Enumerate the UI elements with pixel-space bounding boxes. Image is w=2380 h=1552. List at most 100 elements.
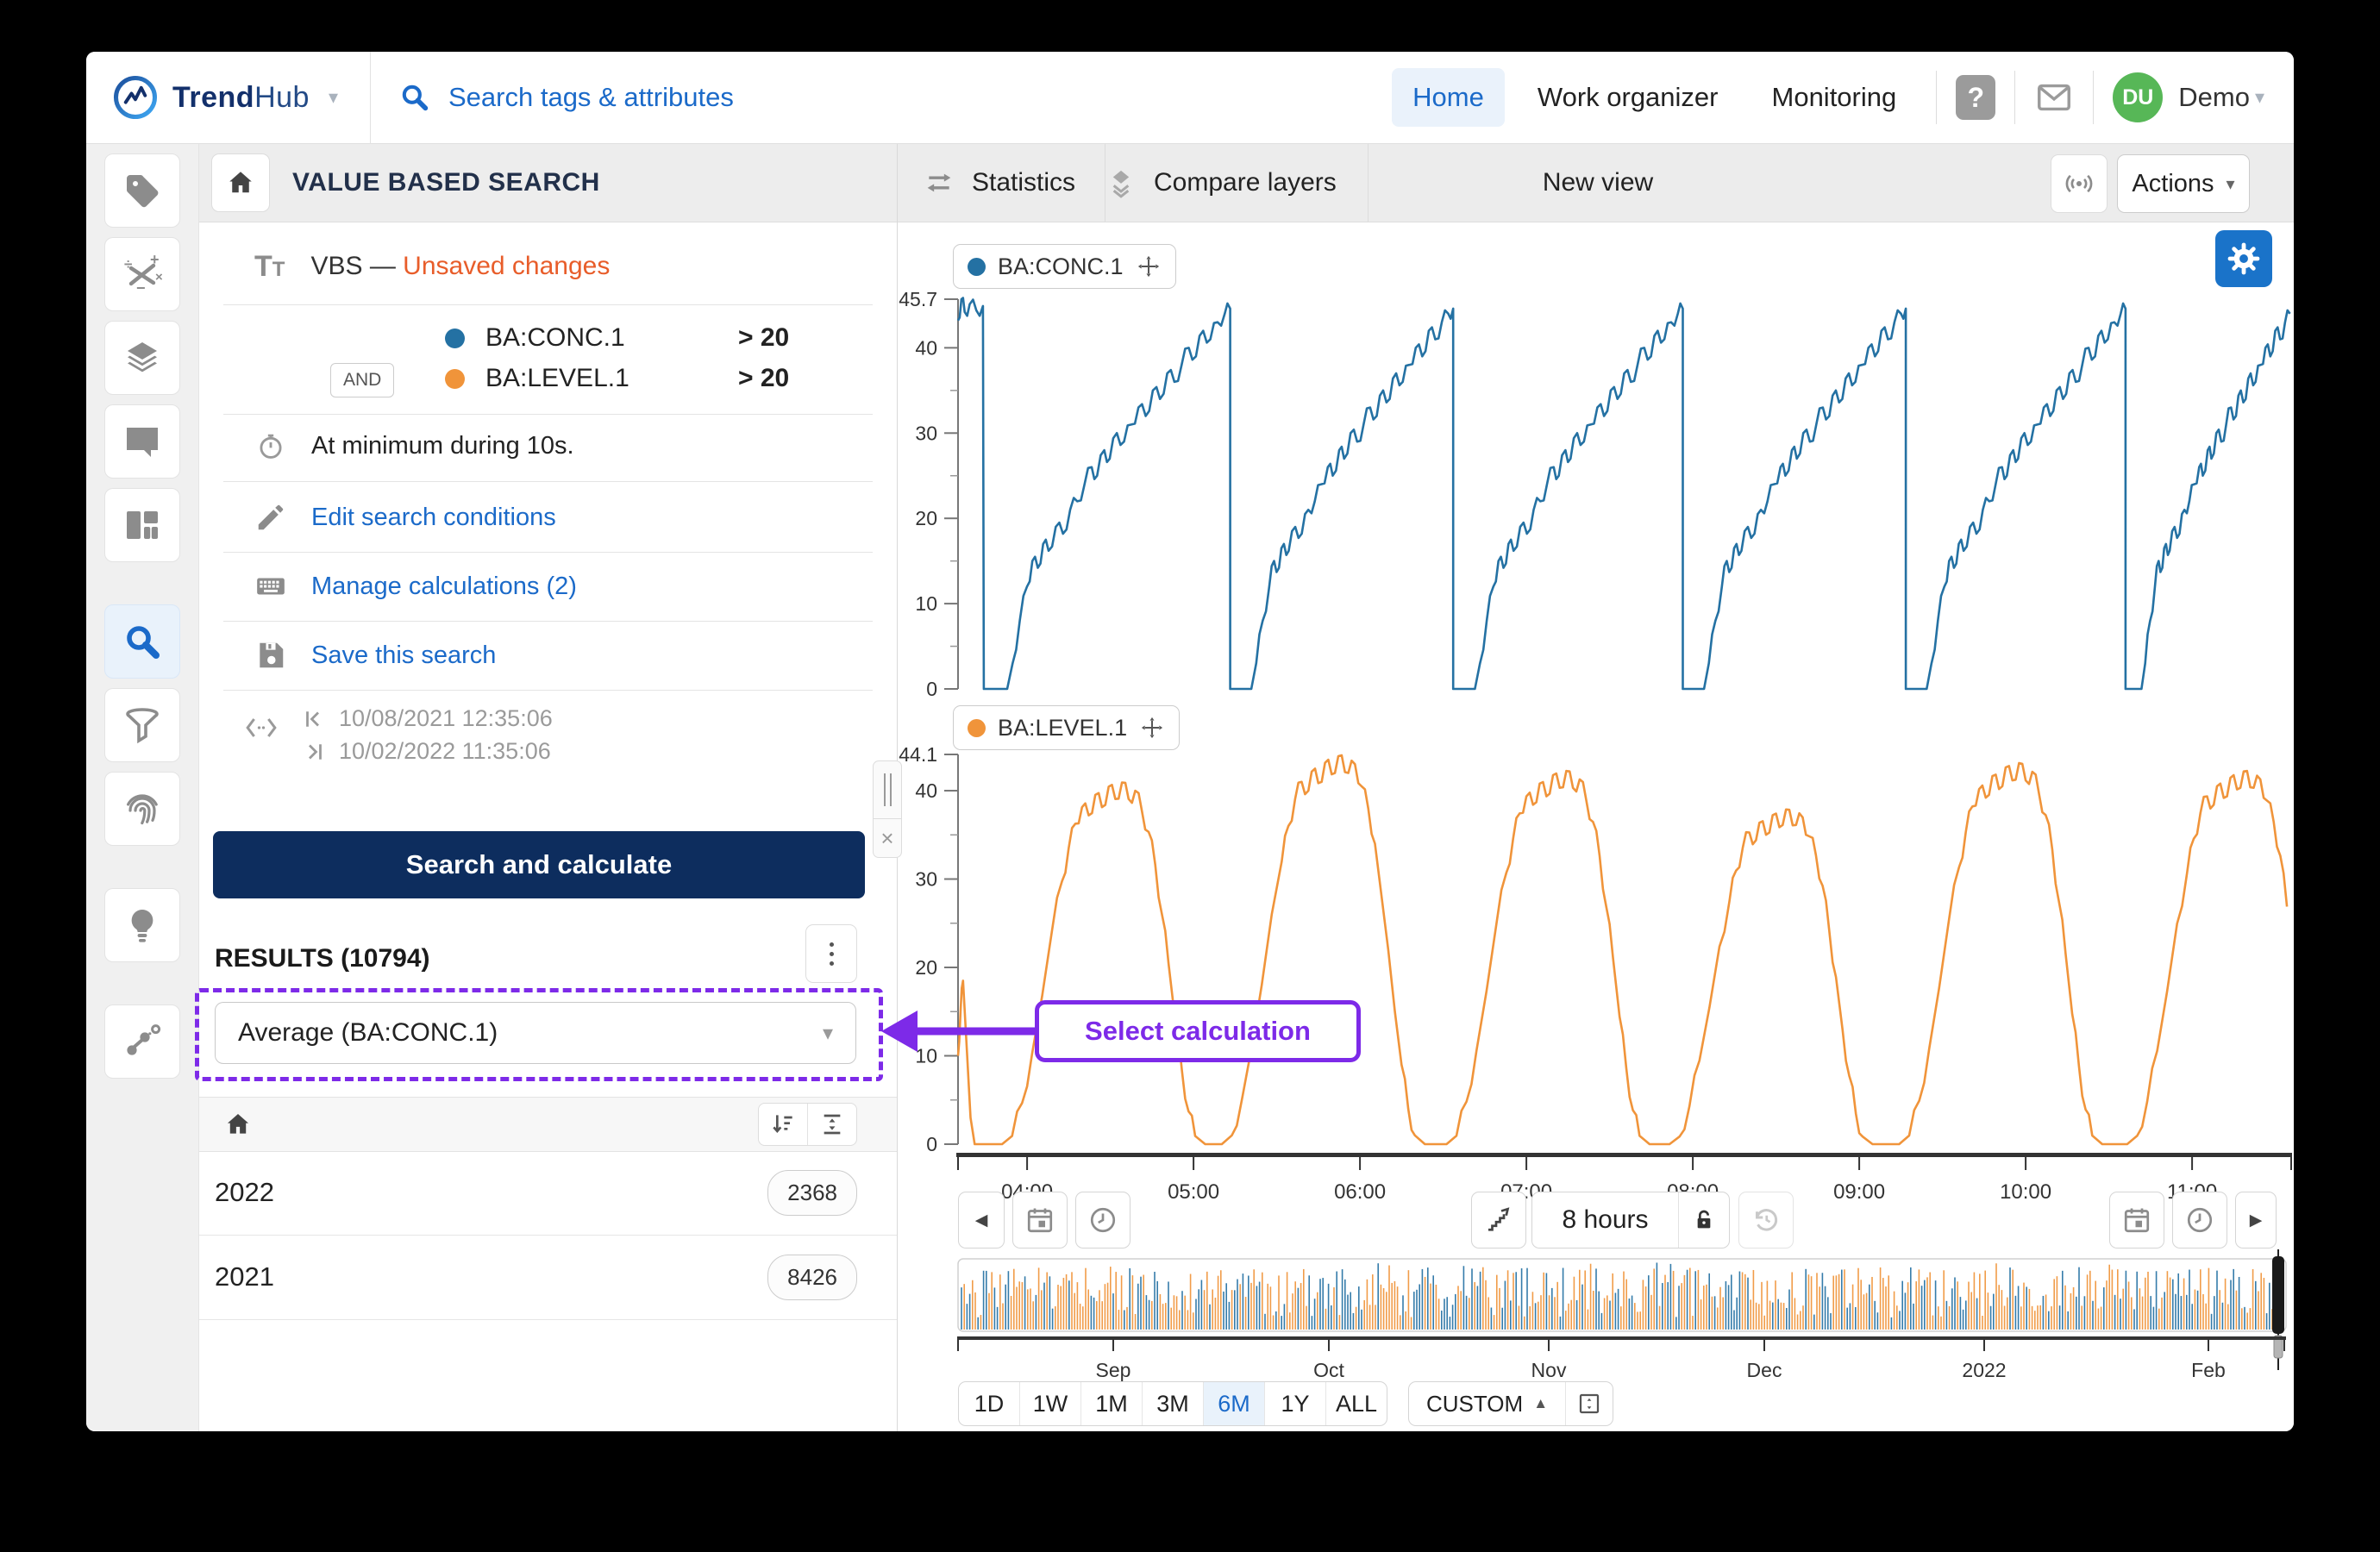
top-navbar: TrendHub ▾ Search tags & attributes Home… (86, 52, 2294, 144)
rail-calculations-button[interactable]: ÷ + − × (104, 237, 180, 311)
results-row-2021[interactable]: 2021 8426 (199, 1235, 897, 1320)
clock-icon (1087, 1205, 1118, 1236)
rail-gap (86, 562, 198, 595)
clock-start-button[interactable] (1075, 1192, 1130, 1248)
svg-text:20: 20 (915, 507, 937, 529)
calculation-dropdown[interactable]: Average (BA:CONC.1) ▾ (215, 1002, 856, 1064)
fit-range-button[interactable] (1566, 1382, 1613, 1425)
rail-layers-button[interactable] (104, 321, 180, 395)
calendar-icon (1024, 1205, 1055, 1236)
manage-calculations-link[interactable]: Manage calculations (2) (199, 565, 897, 608)
nav-tab-home[interactable]: Home (1392, 68, 1505, 127)
svg-text:40: 40 (915, 779, 937, 802)
zoom-3m-button[interactable]: 3M (1143, 1382, 1204, 1425)
pan-left-button[interactable]: ◀ (958, 1192, 1005, 1248)
svg-text:÷: ÷ (124, 256, 132, 272)
panel-splitter-handle[interactable] (873, 760, 902, 819)
rail-search-button[interactable] (104, 604, 180, 679)
calendar-start-button[interactable] (1012, 1192, 1068, 1248)
zoom-6m-button[interactable]: 6M (1204, 1382, 1265, 1425)
brand-chevron-down-icon[interactable]: ▾ (329, 86, 338, 109)
lock-span-button[interactable] (1678, 1192, 1729, 1248)
rail-recommendations-button[interactable] (104, 888, 180, 962)
trendhub-logo-icon (112, 74, 159, 121)
zoom-1m-button[interactable]: 1M (1081, 1382, 1143, 1425)
tag-icon (122, 170, 163, 211)
user-chevron-down-icon[interactable]: ▾ (2255, 86, 2264, 109)
svg-text:×: × (155, 270, 163, 285)
query-name-row[interactable]: TT VBS — Unsaved changes (199, 241, 897, 292)
live-mode-button[interactable] (2051, 154, 2108, 213)
panel-home-button[interactable] (211, 153, 270, 212)
rail-comments-button[interactable] (104, 404, 180, 479)
nav-tab-monitoring[interactable]: Monitoring (1751, 68, 1918, 127)
compare-layers-tab[interactable]: Compare layers (1078, 144, 1368, 222)
home-icon (225, 167, 256, 198)
avatar[interactable]: DU (2113, 72, 2163, 122)
range-end-value: 10/02/2022 11:35:06 (339, 738, 551, 765)
zoom-1y-button[interactable]: 1Y (1265, 1382, 1326, 1425)
zoom-1d-button[interactable]: 1D (959, 1382, 1020, 1425)
app-window: TrendHub ▾ Search tags & attributes Home… (86, 52, 2294, 1431)
compare-layers-icon (1104, 166, 1138, 200)
overview-selection-handle (2272, 1256, 2284, 1334)
trend-step-button[interactable] (1471, 1192, 1526, 1248)
trend-chart[interactable]: 45.740302010044.140302010004:0005:0006:0… (898, 222, 2294, 1431)
condition-row-1[interactable]: BA:CONC.1 > 20 (199, 316, 897, 360)
svg-text:20: 20 (915, 956, 937, 979)
search-icon (122, 621, 163, 662)
divider (223, 552, 873, 553)
text-icon: TT (254, 250, 285, 284)
brand[interactable]: TrendHub ▾ (86, 52, 371, 143)
range-end-row: 10/02/2022 11:35:06 (301, 738, 551, 765)
divider (223, 481, 873, 482)
statistics-tab[interactable]: Statistics (898, 144, 1105, 222)
results-menu-button[interactable] (805, 924, 857, 983)
row-label: 2022 (215, 1177, 274, 1208)
rail-context-button[interactable] (104, 1004, 180, 1079)
history-button[interactable] (1738, 1192, 1794, 1248)
calendar-end-button[interactable] (2109, 1192, 2164, 1248)
panel-collapse-button[interactable]: × (873, 818, 902, 858)
history-icon (1751, 1205, 1782, 1236)
user-name[interactable]: Demo (2178, 82, 2250, 113)
search-and-calculate-button[interactable]: Search and calculate (213, 831, 865, 898)
rail-tag-button[interactable] (104, 153, 180, 228)
nav-tab-work-organizer[interactable]: Work organizer (1517, 68, 1739, 127)
svg-text:−: − (136, 279, 146, 295)
divider (223, 621, 873, 622)
condition-2-tag: BA:LEVEL.1 (485, 364, 629, 393)
range-start-row: 10/08/2021 12:35:06 (301, 705, 553, 732)
zoom-all-button[interactable]: ALL (1326, 1382, 1387, 1425)
view-title[interactable]: New view (1543, 144, 1653, 222)
duration-row: At minimum during 10s. (199, 424, 897, 467)
global-search[interactable]: Search tags & attributes (371, 81, 1392, 114)
rail-dashboard-button[interactable] (104, 488, 180, 562)
pan-right-button[interactable]: ▶ (2235, 1192, 2277, 1248)
condition-row-2[interactable]: BA:LEVEL.1 > 20 (199, 357, 897, 400)
svg-text:30: 30 (915, 422, 937, 444)
save-search-link[interactable]: Save this search (199, 634, 897, 677)
rail-fingerprint-button[interactable] (104, 772, 180, 846)
sort-descending-button[interactable] (759, 1104, 807, 1145)
edit-search-conditions-label: Edit search conditions (311, 504, 556, 532)
mail-icon[interactable] (2034, 78, 2074, 117)
rail-filter-button[interactable] (104, 688, 180, 762)
chart-header: Statistics Compare layers New view Actio… (898, 144, 2294, 222)
zoom-1w-button[interactable]: 1W (1020, 1382, 1081, 1425)
clock-end-button[interactable] (2172, 1192, 2227, 1248)
funnel-icon (122, 704, 163, 746)
time-span-control[interactable]: 8 hours (1531, 1192, 1730, 1248)
step-trend-icon (1483, 1205, 1514, 1236)
actions-button[interactable]: Actions▾ (2117, 154, 2250, 213)
svg-text:40: 40 (915, 336, 937, 359)
edit-search-conditions-link[interactable]: Edit search conditions (199, 496, 897, 539)
panel-title: VALUE BASED SEARCH (292, 168, 600, 197)
dashboard-icon (122, 504, 163, 546)
help-button[interactable]: ? (1956, 75, 1995, 120)
time-span-value: 8 hours (1532, 1205, 1678, 1235)
collapse-rows-button[interactable] (807, 1104, 856, 1145)
results-row-2022[interactable]: 2022 2368 (199, 1150, 897, 1236)
icon-rail: ÷ + − × (86, 144, 198, 1431)
custom-range-button[interactable]: CUSTOM▲ (1409, 1382, 1566, 1425)
